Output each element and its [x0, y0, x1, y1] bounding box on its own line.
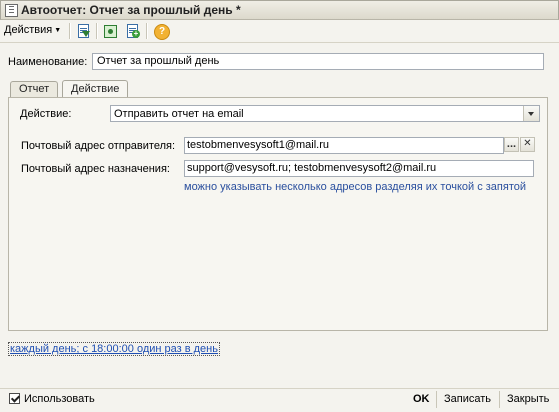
ok-button[interactable]: OK [413, 393, 430, 405]
recipient-label: Почтовый адрес назначения: [21, 163, 170, 175]
toolbar-separator [146, 23, 148, 39]
action-select-value: Отправить отчет на email [114, 108, 244, 120]
toolbar-separator [96, 23, 98, 39]
sender-email-field[interactable]: testobmenvesysoft1@mail.ru [184, 137, 504, 154]
toolbar: Действия ▼ + ? [0, 20, 559, 43]
form-icon [5, 4, 18, 17]
schedule-link[interactable]: каждый день; с 18:00:00 один раз в день [8, 342, 220, 356]
help-icon[interactable]: ? [153, 23, 170, 40]
name-input[interactable]: Отчет за прошлый день [92, 53, 544, 70]
close-button[interactable]: Закрыть [507, 393, 549, 405]
footer-separator [499, 391, 500, 408]
title-bar: Автоотчет: Отчет за прошлый день * [0, 0, 559, 20]
refresh-icon[interactable] [102, 23, 118, 39]
select-button[interactable]: ... [504, 137, 519, 152]
action-label: Действие: [20, 108, 72, 120]
help-glyph: ? [154, 24, 170, 40]
name-label: Наименование: [8, 56, 88, 68]
actions-menu-label: Действия [4, 24, 53, 36]
add-copy-icon[interactable]: + [124, 23, 140, 39]
save-icon[interactable] [75, 23, 91, 39]
use-checkbox-label[interactable]: Использовать [24, 393, 95, 405]
window-title: Автоотчет: Отчет за прошлый день * [21, 3, 241, 17]
actions-menu[interactable]: Действия ▼ [4, 24, 61, 36]
footer-divider [0, 388, 559, 389]
recipient-email-field[interactable]: support@vesysoft.ru; testobmenvesysoft2@… [184, 160, 534, 177]
tab-action[interactable]: Действие [62, 80, 129, 97]
footer-separator [436, 391, 437, 408]
recipient-hint: можно указывать несколько адресов раздел… [184, 181, 527, 193]
save-button[interactable]: Записать [444, 393, 491, 405]
sender-label: Почтовый адрес отправителя: [21, 140, 176, 152]
dropdown-arrow-icon: ▼ [54, 27, 62, 34]
chevron-down-icon[interactable] [523, 106, 539, 121]
use-checkbox[interactable] [9, 393, 20, 404]
tab-report[interactable]: Отчет [10, 81, 59, 97]
action-panel [8, 97, 548, 331]
clear-icon[interactable]: ✕ [520, 137, 535, 152]
action-select[interactable]: Отправить отчет на email [110, 105, 540, 122]
toolbar-separator [69, 23, 71, 39]
